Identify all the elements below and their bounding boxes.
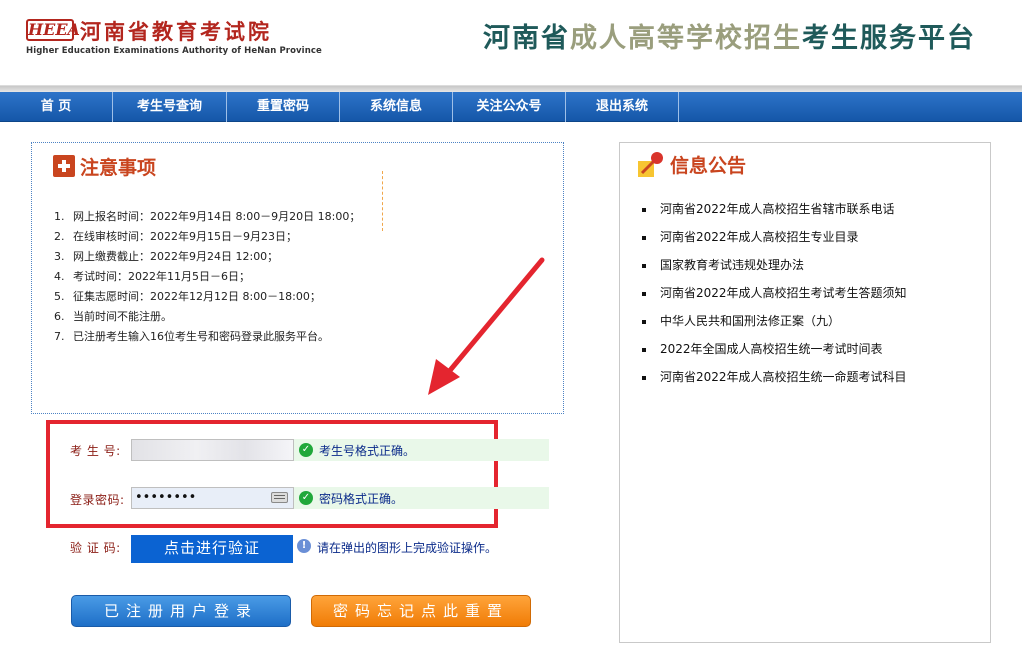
notice-item-number: 1. — [54, 210, 65, 223]
announcement-link[interactable]: 国家教育考试违规处理办法 — [660, 258, 804, 272]
bullet-icon — [642, 347, 646, 352]
main-nav: 首 页 考生号查询 重置密码 系统信息 关注公众号 退出系统 — [0, 92, 1022, 122]
notice-list: 1. 网上报名时间：2022年9月14日 8:00－9月20日 18:00； 2.… — [54, 207, 360, 347]
student-id-status: 考生号格式正确。 — [319, 444, 416, 458]
site-title-category: 成人高等学校招生 — [570, 23, 802, 54]
site-title: 河南省成人高等学校招生考生服务平台 — [483, 16, 976, 55]
notice-item-number: 6. — [54, 310, 65, 323]
nav-item-home[interactable]: 首 页 — [0, 92, 113, 122]
announcement-item[interactable]: 河南省2022年成人高校招生统一命题考试科目 — [642, 363, 907, 391]
notice-item: 3. 网上缴费截止：2022年9月24日 12:00； — [54, 247, 360, 267]
announcement-link[interactable]: 河南省2022年成人高校招生统一命题考试科目 — [660, 370, 907, 384]
announcement-item[interactable]: 国家教育考试违规处理办法 — [642, 251, 907, 279]
captcha-label: 验 证 码: — [70, 541, 121, 555]
student-id-input[interactable] — [131, 439, 294, 461]
notice-item-number: 4. — [54, 270, 65, 283]
nav-item-system-info[interactable]: 系统信息 — [340, 92, 453, 122]
notice-item-text: 已注册考生输入16位考生号和密码登录此服务平台。 — [73, 330, 329, 343]
notice-item-text: 考试时间：2022年11月5日－6日； — [73, 270, 250, 283]
site-title-platform: 考生服务平台 — [802, 23, 976, 54]
notice-item-text: 征集志愿时间：2022年12月12日 8:00－18:00； — [73, 290, 321, 303]
announcement-link[interactable]: 河南省2022年成人高校招生省辖市联系电话 — [660, 202, 895, 216]
announcement-panel: 信息公告 河南省2022年成人高校招生省辖市联系电话 河南省2022年成人高校招… — [619, 142, 991, 643]
password-status: 密码格式正确。 — [319, 492, 404, 506]
info-icon: ! — [297, 539, 311, 553]
site-header: HEEA 河南省教育考试院 Higher Education Examinati… — [0, 0, 1022, 86]
org-name: 河南省教育考试院 — [80, 20, 272, 44]
reset-password-button[interactable]: 密码忘记点此重置 — [311, 595, 531, 627]
notice-divider — [382, 171, 383, 231]
nav-item-logout[interactable]: 退出系统 — [566, 92, 679, 122]
notice-item: 1. 网上报名时间：2022年9月14日 8:00－9月20日 18:00； — [54, 207, 360, 227]
announcement-item[interactable]: 河南省2022年成人高校招生省辖市联系电话 — [642, 195, 907, 223]
password-input[interactable]: •••••••• — [131, 487, 294, 509]
notice-item-text: 网上报名时间：2022年9月14日 8:00－9月20日 18:00； — [73, 210, 361, 223]
notice-item: 5. 征集志愿时间：2022年12月12日 8:00－18:00； — [54, 287, 360, 307]
notice-item: 6. 当前时间不能注册。 — [54, 307, 360, 327]
plus-icon — [53, 155, 75, 177]
notice-item: 4. 考试时间：2022年11月5日－6日； — [54, 267, 360, 287]
notice-item-number: 7. — [54, 330, 65, 343]
password-label: 登录密码: — [70, 493, 125, 507]
bullet-icon — [642, 235, 646, 240]
announcement-link[interactable]: 中华人民共和国刑法修正案（九） — [660, 314, 840, 328]
announcement-link[interactable]: 河南省2022年成人高校招生专业目录 — [660, 230, 859, 244]
bullet-icon — [642, 375, 646, 380]
notice-item: 7. 已注册考生输入16位考生号和密码登录此服务平台。 — [54, 327, 360, 347]
announcement-item[interactable]: 河南省2022年成人高校招生考试考生答题须知 — [642, 279, 907, 307]
registered-login-button[interactable]: 已注册用户登录 — [71, 595, 291, 627]
notice-item-number: 3. — [54, 250, 65, 263]
check-icon: ✓ — [299, 491, 313, 505]
nav-item-follow-account[interactable]: 关注公众号 — [453, 92, 566, 122]
notice-title: 注意事项 — [80, 157, 157, 179]
org-name-en: Higher Education Examinations Authority … — [26, 46, 322, 56]
heea-logo-icon: HEEA — [26, 19, 80, 41]
bullet-icon — [642, 291, 646, 296]
keyboard-icon[interactable] — [271, 492, 288, 503]
announcement-item[interactable]: 2022年全国成人高校招生统一考试时间表 — [642, 335, 907, 363]
announcement-link[interactable]: 河南省2022年成人高校招生考试考生答题须知 — [660, 286, 907, 300]
nav-item-student-id-query[interactable]: 考生号查询 — [113, 92, 227, 122]
site-title-province: 河南省 — [483, 23, 570, 54]
bullet-icon — [642, 263, 646, 268]
notice-item: 2. 在线审核时间：2022年9月15日－9月23日； — [54, 227, 360, 247]
notice-item-text: 网上缴费截止：2022年9月24日 12:00； — [73, 250, 279, 263]
check-icon: ✓ — [299, 443, 313, 457]
pin-icon — [638, 152, 663, 177]
captcha-verify-button[interactable]: 点击进行验证 — [131, 535, 293, 563]
announcement-title: 信息公告 — [670, 155, 747, 177]
captcha-hint: 请在弹出的图形上完成验证操作。 — [317, 541, 498, 555]
bullet-icon — [642, 319, 646, 324]
notice-item-number: 5. — [54, 290, 65, 303]
announcement-list: 河南省2022年成人高校招生省辖市联系电话 河南省2022年成人高校招生专业目录… — [642, 195, 907, 391]
notice-item-text: 在线审核时间：2022年9月15日－9月23日； — [73, 230, 297, 243]
announcement-item[interactable]: 中华人民共和国刑法修正案（九） — [642, 307, 907, 335]
announcement-link[interactable]: 2022年全国成人高校招生统一考试时间表 — [660, 342, 883, 356]
org-logo[interactable]: HEEA 河南省教育考试院 Higher Education Examinati… — [26, 16, 322, 60]
notice-item-text: 当前时间不能注册。 — [73, 310, 172, 323]
student-id-label: 考 生 号: — [70, 444, 121, 458]
announcement-item[interactable]: 河南省2022年成人高校招生专业目录 — [642, 223, 907, 251]
notice-item-number: 2. — [54, 230, 65, 243]
nav-item-reset-password[interactable]: 重置密码 — [227, 92, 340, 122]
bullet-icon — [642, 207, 646, 212]
red-arrow-annotation-icon — [428, 257, 545, 395]
login-highlight-frame — [46, 420, 498, 528]
